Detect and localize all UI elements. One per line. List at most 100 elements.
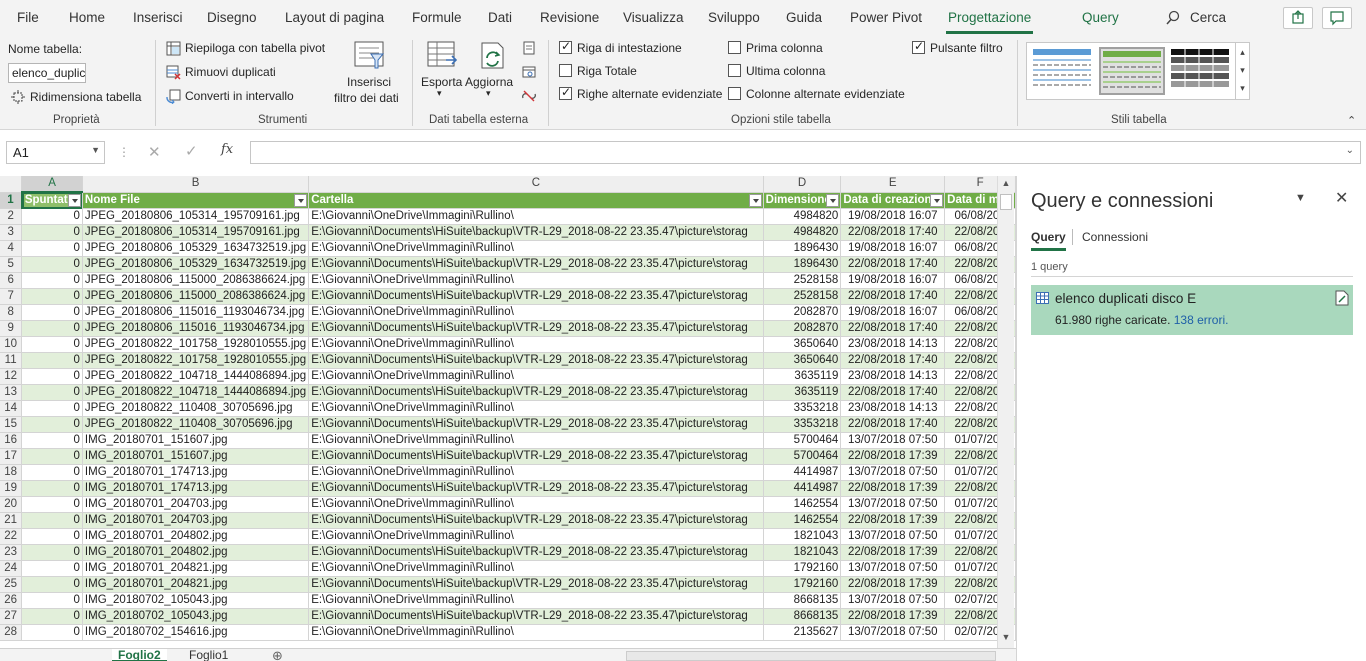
row-header[interactable]: 11: [0, 352, 23, 369]
cell[interactable]: E:\Giovanni\Documents\HiSuite\backup\VTR…: [308, 256, 764, 273]
cell[interactable]: 4984820: [763, 208, 842, 225]
cell[interactable]: 22/08/2018 17:39: [840, 576, 946, 593]
cell[interactable]: E:\Giovanni\Documents\HiSuite\backup\VTR…: [308, 544, 764, 561]
cell[interactable]: 22/08/2018 17:40: [840, 320, 946, 337]
cell[interactable]: 0: [21, 224, 83, 241]
cell[interactable]: 0: [21, 384, 83, 401]
row-header[interactable]: 8: [0, 304, 23, 321]
row-header[interactable]: 18: [0, 464, 23, 481]
cell[interactable]: IMG_20180702_105043.jpg: [82, 592, 310, 609]
filter-dropdown-icon[interactable]: [930, 193, 944, 207]
cell[interactable]: IMG_20180701_174713.jpg: [82, 480, 310, 497]
cell[interactable]: IMG_20180701_204703.jpg: [82, 512, 310, 529]
cell[interactable]: 3353218: [763, 416, 842, 433]
cell[interactable]: E:\Giovanni\Documents\HiSuite\backup\VTR…: [308, 512, 764, 529]
cell[interactable]: 22/08/2018 17:39: [840, 608, 946, 625]
cell[interactable]: JPEG_20180822_101758_1928010555.jpg: [82, 352, 310, 369]
cell[interactable]: 0: [21, 448, 83, 465]
cell[interactable]: 22/08/2018 17:40: [840, 288, 946, 305]
cell[interactable]: 0: [21, 416, 83, 433]
cancel-icon[interactable]: ✕: [148, 143, 161, 161]
refresh-button[interactable]: Aggiorna: [465, 75, 513, 89]
row-header[interactable]: 26: [0, 592, 23, 609]
cell[interactable]: IMG_20180701_204802.jpg: [82, 544, 310, 561]
cell[interactable]: 0: [21, 432, 83, 449]
cell[interactable]: 13/07/2018 07:50: [840, 464, 946, 481]
cell[interactable]: 1792160: [763, 576, 842, 593]
cell[interactable]: 0: [21, 464, 83, 481]
cell[interactable]: 1792160: [763, 560, 842, 577]
column-header-e[interactable]: E: [840, 176, 946, 193]
cell[interactable]: 22/08/2018 17:39: [840, 512, 946, 529]
cell[interactable]: JPEG_20180806_115000_2086386624.jpg: [82, 288, 310, 305]
cell[interactable]: 0: [21, 592, 83, 609]
cell[interactable]: IMG_20180701_174713.jpg: [82, 464, 310, 481]
table-header-cell[interactable]: Cartella: [308, 192, 764, 209]
unlink-icon[interactable]: [521, 89, 537, 106]
cell[interactable]: E:\Giovanni\Documents\HiSuite\backup\VTR…: [308, 448, 764, 465]
cell[interactable]: IMG_20180701_204821.jpg: [82, 576, 310, 593]
row-header[interactable]: 3: [0, 224, 23, 241]
slicer-label-2[interactable]: filtro dei dati: [334, 91, 399, 105]
cell[interactable]: 1896430: [763, 256, 842, 273]
cell[interactable]: 0: [21, 480, 83, 497]
cell[interactable]: 4414987: [763, 480, 842, 497]
table-style-dark[interactable]: [1169, 47, 1235, 95]
cell[interactable]: 5700464: [763, 432, 842, 449]
cell[interactable]: E:\Giovanni\OneDrive\Immagini\Rullino\: [308, 432, 764, 449]
select-all-corner[interactable]: [0, 176, 23, 193]
table-style-blue[interactable]: [1031, 47, 1097, 95]
cell[interactable]: JPEG_20180806_105329_1634732519.jpg: [82, 240, 310, 257]
cell[interactable]: E:\Giovanni\Documents\HiSuite\backup\VTR…: [308, 288, 764, 305]
convert-range-button[interactable]: Converti in intervallo: [185, 89, 294, 103]
cell[interactable]: 1896430: [763, 240, 842, 257]
search-label[interactable]: Cerca: [1190, 10, 1226, 25]
cell[interactable]: 13/07/2018 07:50: [840, 560, 946, 577]
cell[interactable]: 0: [21, 560, 83, 577]
tab-power-pivot[interactable]: Power Pivot: [850, 10, 922, 25]
share-icon[interactable]: [1283, 7, 1313, 29]
cell[interactable]: 22/08/2018 17:39: [840, 448, 946, 465]
row-header[interactable]: 27: [0, 608, 23, 625]
cell[interactable]: 1821043: [763, 544, 842, 561]
styles-scroll-buttons[interactable]: ▴ ▾ ▾: [1235, 43, 1249, 99]
cell[interactable]: 23/08/2018 14:13: [840, 336, 946, 353]
banded-rows-checkbox[interactable]: [559, 85, 572, 100]
row-header[interactable]: 28: [0, 624, 23, 641]
cell[interactable]: E:\Giovanni\OneDrive\Immagini\Rullino\: [308, 272, 764, 289]
filter-dropdown-icon[interactable]: [748, 193, 762, 207]
tab-visualizza[interactable]: Visualizza: [623, 10, 684, 25]
collapse-ribbon-icon[interactable]: ⌃: [1347, 114, 1356, 127]
cell[interactable]: 0: [21, 288, 83, 305]
cell[interactable]: IMG_20180701_151607.jpg: [82, 432, 310, 449]
vertical-scrollbar[interactable]: ▲ ▼: [997, 176, 1014, 648]
refresh-dropdown-icon[interactable]: ▾: [486, 88, 491, 99]
cell[interactable]: JPEG_20180822_104718_1444086894.jpg: [82, 368, 310, 385]
enter-icon[interactable]: ✓: [185, 142, 198, 160]
cell[interactable]: IMG_20180701_204703.jpg: [82, 496, 310, 513]
filter-dropdown-icon[interactable]: [294, 193, 308, 207]
cell[interactable]: 22/08/2018 17:40: [840, 352, 946, 369]
cell[interactable]: 0: [21, 272, 83, 289]
banded-columns-checkbox[interactable]: [728, 87, 741, 100]
pane-tab-connections[interactable]: Connessioni: [1082, 230, 1148, 244]
cell[interactable]: E:\Giovanni\Documents\HiSuite\backup\VTR…: [308, 608, 764, 625]
last-column-checkbox[interactable]: [728, 64, 741, 77]
cell[interactable]: E:\Giovanni\Documents\HiSuite\backup\VTR…: [308, 320, 764, 337]
cell[interactable]: 19/08/2018 16:07: [840, 272, 946, 289]
add-sheet-icon[interactable]: ⊕: [272, 649, 283, 661]
row-header[interactable]: 25: [0, 576, 23, 593]
fx-icon[interactable]: fx: [221, 142, 233, 157]
cell[interactable]: E:\Giovanni\Documents\HiSuite\backup\VTR…: [308, 480, 764, 497]
cell[interactable]: 22/08/2018 17:40: [840, 416, 946, 433]
table-header-cell[interactable]: Data di creazione: [840, 192, 946, 209]
cell[interactable]: 3635119: [763, 384, 842, 401]
cell[interactable]: 2082870: [763, 320, 842, 337]
cell[interactable]: E:\Giovanni\OneDrive\Immagini\Rullino\: [308, 368, 764, 385]
tab-file[interactable]: File: [17, 10, 39, 25]
row-header[interactable]: 6: [0, 272, 23, 289]
cell[interactable]: 19/08/2018 16:07: [840, 240, 946, 257]
pane-tab-query[interactable]: Query: [1031, 230, 1066, 251]
cell[interactable]: E:\Giovanni\OneDrive\Immagini\Rullino\: [308, 560, 764, 577]
cell[interactable]: 13/07/2018 07:50: [840, 592, 946, 609]
